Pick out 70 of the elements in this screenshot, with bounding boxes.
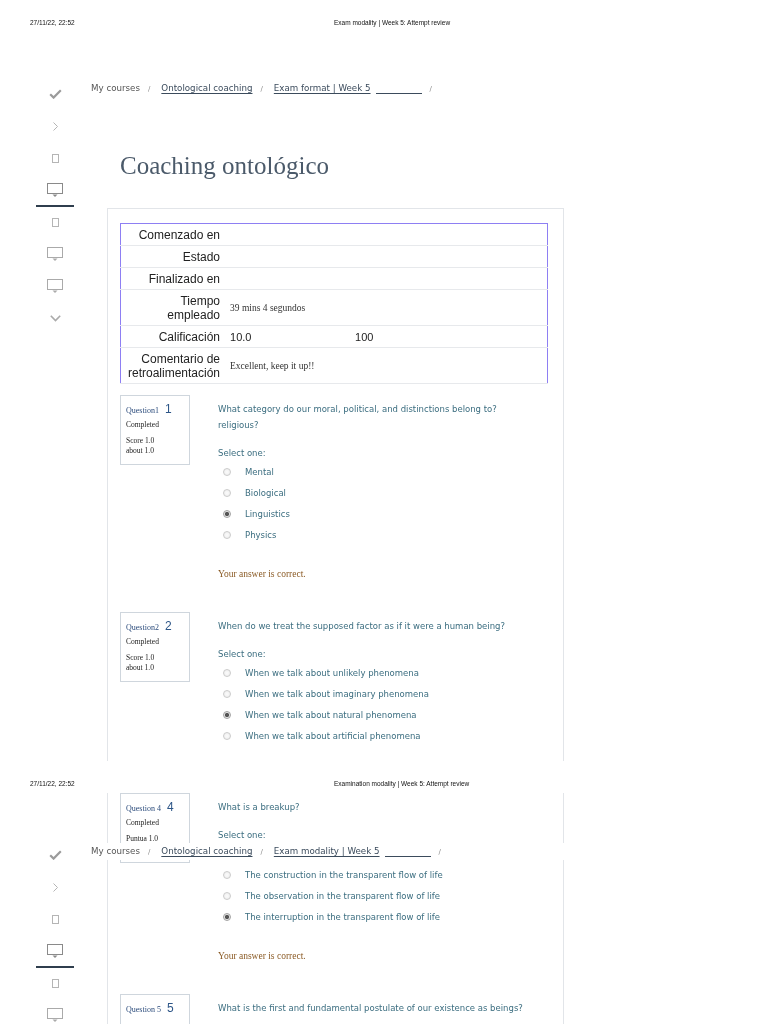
monitor-icon xyxy=(47,247,63,261)
option-label[interactable]: When we talk about imaginary phenomena xyxy=(245,685,429,702)
radio-button[interactable] xyxy=(223,488,231,497)
monitor-icon xyxy=(47,279,63,293)
question-label: Question 4 xyxy=(126,804,161,813)
feedback-text: Your answer is correct. xyxy=(218,950,307,962)
page-title: Coaching ontológico xyxy=(120,151,330,181)
breadcrumb-link[interactable]: Exam modality | Week 5 xyxy=(273,846,431,856)
option-label[interactable]: Physics xyxy=(245,526,277,543)
answer-prompt: Select one: xyxy=(218,829,267,842)
radio-button[interactable] xyxy=(223,467,231,476)
check-icon xyxy=(48,89,62,99)
question-text: What is a breakup? xyxy=(218,801,301,814)
breadcrumb-link[interactable]: Ontological coaching xyxy=(161,83,253,93)
monitor-icon xyxy=(47,183,63,197)
monitor-icon xyxy=(47,944,63,958)
row-label: Tiempo empleado xyxy=(120,289,226,326)
chevron-right-icon xyxy=(52,882,58,892)
option-label[interactable]: The observation in the transparent flow of life xyxy=(245,887,441,904)
breadcrumb-item[interactable]: My courses xyxy=(91,83,140,93)
radio-button[interactable] xyxy=(223,891,231,900)
document-icon xyxy=(51,153,59,163)
question-number: 4 xyxy=(166,800,174,814)
breadcrumb-link[interactable]: Ontological coaching xyxy=(161,846,253,856)
radio-button[interactable] xyxy=(223,668,231,677)
radio-button[interactable] xyxy=(223,912,231,921)
answer-prompt: Select one: xyxy=(218,648,267,661)
radio-button[interactable] xyxy=(223,710,231,719)
question-label: Question 5 xyxy=(126,1005,161,1014)
radio-button[interactable] xyxy=(223,509,231,518)
table-cell: Excellent, keep it up!! xyxy=(225,347,548,384)
answer-prompt: Select one: xyxy=(218,447,267,460)
row-label: Calificación xyxy=(120,325,226,348)
document-icon xyxy=(51,978,59,988)
option-label[interactable]: When we talk about natural phenomena xyxy=(245,706,417,723)
grade-total: 100 xyxy=(355,331,374,343)
question-text: What is the first and fundamental postulate of our existence as beings? xyxy=(218,1002,524,1015)
check-icon xyxy=(48,850,62,860)
chevron-right-icon xyxy=(52,121,58,131)
grade-value: 10.0 xyxy=(230,330,253,344)
option-label[interactable]: Biological xyxy=(245,484,286,501)
question-label: Question2 xyxy=(126,623,159,632)
breadcrumb-link[interactable]: Exam format | Week 5 xyxy=(273,83,422,93)
question-text: What category do our moral, political, and distinctions belong to? religious? xyxy=(218,403,498,432)
chevron-down-icon xyxy=(49,314,61,322)
row-label: Finalizado en xyxy=(120,267,226,290)
row-label: Estado xyxy=(120,245,226,268)
radio-button[interactable] xyxy=(223,530,231,539)
document-icon xyxy=(51,914,59,924)
question-number: 5 xyxy=(166,1001,174,1015)
option-label[interactable]: The interruption in the transparent flow of life xyxy=(245,908,440,925)
question-number: 2 xyxy=(164,619,172,633)
question-text: When do we treat the supposed factor as if it were a human being? xyxy=(218,620,506,633)
option-label[interactable]: The construction in the transparent flow of life xyxy=(245,866,443,883)
question-label: Question1 xyxy=(126,406,159,415)
table-cell: 39 mins 4 segundos xyxy=(225,289,548,326)
radio-button[interactable] xyxy=(223,870,231,879)
option-label[interactable]: Linguistics xyxy=(245,505,290,522)
radio-button[interactable] xyxy=(223,731,231,740)
row-label: Comentario de retroalimentación xyxy=(120,347,226,384)
feedback-text: Your answer is correct. xyxy=(218,568,307,580)
document-icon xyxy=(51,217,59,227)
option-label[interactable]: When we talk about artificial phenomena xyxy=(245,727,421,744)
monitor-icon xyxy=(47,1008,63,1022)
option-label[interactable]: Mental xyxy=(245,463,274,480)
question-number: 1 xyxy=(164,402,172,416)
row-label: Comenzado en xyxy=(120,223,226,246)
breadcrumb-item[interactable]: My courses xyxy=(91,846,140,856)
option-label[interactable]: When we talk about unlikely phenomena xyxy=(245,664,419,681)
radio-button[interactable] xyxy=(223,689,231,698)
